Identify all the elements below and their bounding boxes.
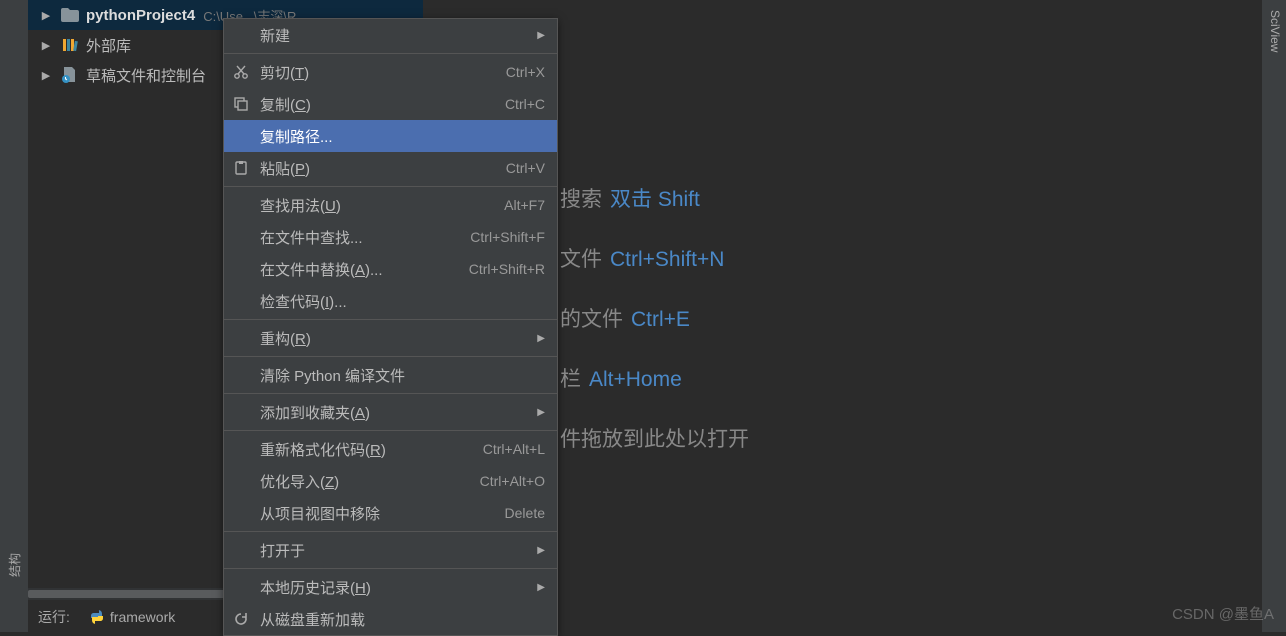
submenu-arrow-icon: ▶ [537, 545, 545, 556]
blank-icon [230, 438, 252, 460]
blank-icon [230, 125, 252, 147]
cut-icon [230, 61, 252, 83]
python-icon [88, 608, 106, 626]
menu-cut[interactable]: 剪切(T) Ctrl+X [224, 56, 557, 88]
run-config-name[interactable]: framework [110, 609, 175, 625]
watermark: CSDN @墨鱼A [1172, 603, 1274, 624]
left-tool-gutter: 结构 [0, 0, 28, 632]
sciview-tab-label[interactable]: SciView [1268, 10, 1282, 52]
menu-separator [224, 356, 557, 357]
bottom-toolbar: 运行: framework [0, 602, 175, 632]
menu-clean-pyc[interactable]: 清除 Python 编译文件 [224, 359, 557, 391]
menu-separator [224, 531, 557, 532]
expand-arrow-icon[interactable]: ▶ [38, 69, 54, 82]
blank-icon [230, 24, 252, 46]
hint-row: 文件Ctrl+Shift+N [560, 230, 749, 290]
structure-tab-label[interactable]: 结构 [6, 553, 23, 577]
menu-separator [224, 568, 557, 569]
menu-separator [224, 430, 557, 431]
run-label[interactable]: 运行: [38, 607, 70, 627]
scratches-label: 草稿文件和控制台 [86, 65, 206, 86]
menu-find-usages[interactable]: 查找用法(U) Alt+F7 [224, 189, 557, 221]
blank-icon [230, 194, 252, 216]
menu-local-history[interactable]: 本地历史记录(H) ▶ [224, 571, 557, 603]
scrollbar-thumb[interactable] [28, 590, 228, 598]
menu-optimize-imports[interactable]: 优化导入(Z) Ctrl+Alt+O [224, 465, 557, 497]
external-lib-label: 外部库 [86, 35, 131, 56]
blank-icon [230, 364, 252, 386]
menu-copy-path[interactable]: 复制路径... [224, 120, 557, 152]
submenu-arrow-icon: ▶ [537, 407, 545, 418]
blank-icon [230, 576, 252, 598]
menu-separator [224, 319, 557, 320]
menu-inspect-code[interactable]: 检查代码(I)... [224, 285, 557, 317]
submenu-arrow-icon: ▶ [537, 582, 545, 593]
menu-add-favorites[interactable]: 添加到收藏夹(A) ▶ [224, 396, 557, 428]
welcome-hints: 搜索双击 Shift 文件Ctrl+Shift+N 的文件Ctrl+E 栏Alt… [560, 170, 749, 470]
reload-icon [230, 608, 252, 630]
submenu-arrow-icon: ▶ [537, 30, 545, 41]
context-menu: 新建 ▶ 剪切(T) Ctrl+X 复制(C) Ctrl+C 复制路径... 粘… [223, 18, 558, 636]
expand-arrow-icon[interactable]: ▶ [38, 9, 54, 22]
menu-find-in-files[interactable]: 在文件中查找... Ctrl+Shift+F [224, 221, 557, 253]
menu-reload-from-disk[interactable]: 从磁盘重新加载 [224, 603, 557, 635]
menu-remove-from-view[interactable]: 从项目视图中移除 Delete [224, 497, 557, 529]
paste-icon [230, 157, 252, 179]
menu-open-in[interactable]: 打开于 ▶ [224, 534, 557, 566]
menu-separator [224, 393, 557, 394]
hint-row: 的文件Ctrl+E [560, 290, 749, 350]
hint-row: 搜索双击 Shift [560, 170, 749, 230]
menu-paste[interactable]: 粘贴(P) Ctrl+V [224, 152, 557, 184]
menu-refactor[interactable]: 重构(R) ▶ [224, 322, 557, 354]
blank-icon [230, 258, 252, 280]
menu-replace-in-files[interactable]: 在文件中替换(A)... Ctrl+Shift+R [224, 253, 557, 285]
hint-row: 件拖放到此处以打开 [560, 410, 749, 470]
menu-reformat[interactable]: 重新格式化代码(R) Ctrl+Alt+L [224, 433, 557, 465]
blank-icon [230, 401, 252, 423]
menu-separator [224, 186, 557, 187]
blank-icon [230, 290, 252, 312]
blank-icon [230, 470, 252, 492]
blank-icon [230, 327, 252, 349]
blank-icon [230, 539, 252, 561]
project-name: pythonProject4 [86, 7, 195, 24]
hint-row: 栏Alt+Home [560, 350, 749, 410]
menu-copy[interactable]: 复制(C) Ctrl+C [224, 88, 557, 120]
blank-icon [230, 226, 252, 248]
copy-icon [230, 93, 252, 115]
library-icon [60, 35, 80, 55]
scratches-icon [60, 65, 80, 85]
menu-separator [224, 53, 557, 54]
folder-icon [60, 5, 80, 25]
menu-new[interactable]: 新建 ▶ [224, 19, 557, 51]
expand-arrow-icon[interactable]: ▶ [38, 39, 54, 52]
right-tool-gutter: SciView [1262, 0, 1286, 632]
submenu-arrow-icon: ▶ [537, 333, 545, 344]
blank-icon [230, 502, 252, 524]
